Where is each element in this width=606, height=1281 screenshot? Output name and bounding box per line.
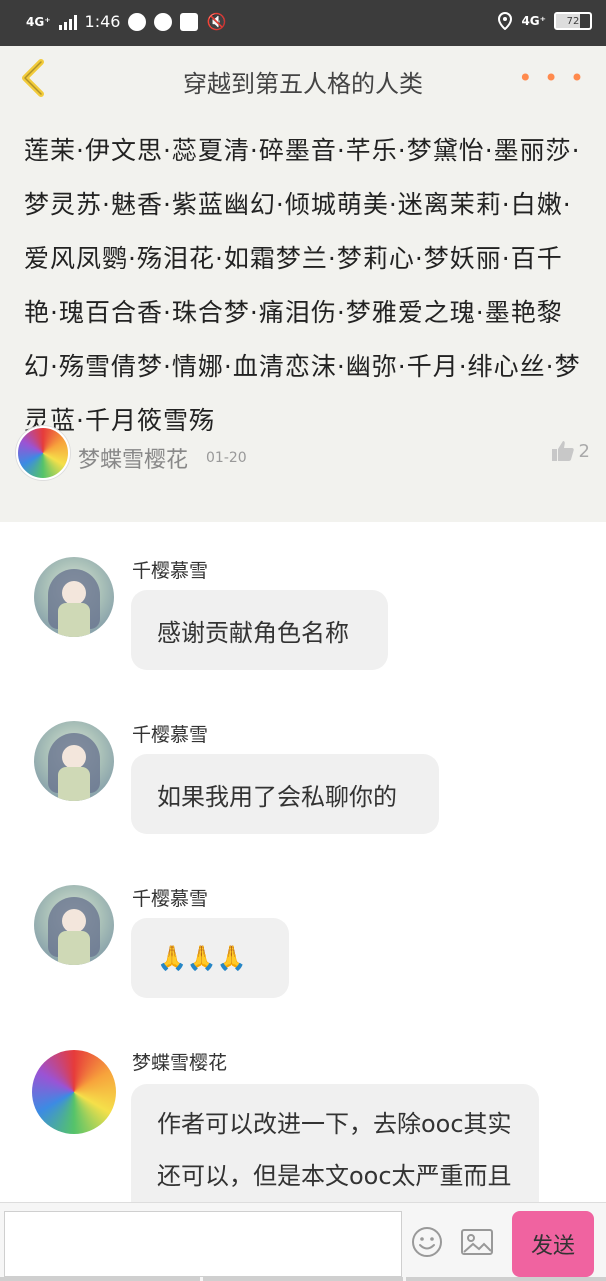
emoji-button[interactable]	[410, 1225, 444, 1259]
post-author[interactable]: 梦蝶雪樱花	[78, 442, 188, 474]
location-icon	[498, 12, 513, 30]
like-count: 2	[578, 440, 590, 462]
comment-bubble: 感谢贡献角色名称	[131, 590, 388, 670]
status-time: 1:46	[84, 12, 121, 31]
post-meta: 梦蝶雪樱花 01-20 2	[16, 426, 590, 486]
mail-notification-icon	[180, 12, 199, 31]
send-button[interactable]: 发送	[512, 1211, 594, 1277]
more-dots-icon[interactable]: • • •	[518, 66, 586, 90]
battery-icon: 72	[554, 12, 592, 30]
status-right: 4G⁺ 72	[497, 12, 592, 30]
status-left: 4G⁺ 1:46 🔇	[26, 12, 226, 31]
post-date: 01-20	[206, 450, 247, 466]
smiley-icon	[412, 1227, 442, 1257]
comment-list: 千樱慕雪 感谢贡献角色名称 千樱慕雪 如果我用了会私聊你的 千樱慕雪 🙏🙏🙏 梦…	[0, 522, 606, 1242]
image-button[interactable]	[460, 1225, 494, 1259]
status-bar: 4G⁺ 1:46 🔇 4G⁺ 72	[0, 0, 606, 46]
chevron-left-icon	[22, 59, 44, 97]
commenter-avatar[interactable]	[34, 557, 114, 637]
author-avatar[interactable]	[16, 426, 70, 480]
thumbs-up-icon	[551, 441, 574, 461]
commenter-avatar[interactable]	[34, 721, 114, 801]
reply-input[interactable]	[4, 1211, 402, 1277]
reply-bar: 发送	[0, 1202, 606, 1281]
like-button[interactable]: 2	[551, 440, 590, 462]
message-notification-icon	[128, 12, 147, 31]
commenter-avatar[interactable]	[34, 885, 114, 965]
mute-icon: 🔇	[206, 12, 227, 31]
comment-bubble: 如果我用了会私聊你的	[131, 754, 439, 834]
post-body: 莲茉·伊文思·蕊夏清·碎墨音·芊乐·梦黛怡·墨丽莎·梦灵苏·魅香·紫蓝幽幻·倾城…	[24, 136, 581, 435]
commenter-name[interactable]: 千樱慕雪	[132, 720, 208, 747]
app-header: 穿越到第五人格的人类 • • •	[0, 46, 606, 113]
back-button[interactable]	[14, 58, 54, 98]
commenter-name[interactable]: 千樱慕雪	[132, 556, 208, 583]
cloud-notification-icon	[154, 12, 173, 31]
comment-bubble: 🙏🙏🙏	[131, 918, 289, 998]
signal-icon	[58, 14, 77, 30]
bottom-divider	[0, 1277, 606, 1281]
post-card: 莲茉·伊文思·蕊夏清·碎墨音·芊乐·梦黛怡·墨丽莎·梦灵苏·魅香·紫蓝幽幻·倾城…	[0, 112, 606, 522]
commenter-name[interactable]: 梦蝶雪樱花	[132, 1048, 227, 1075]
battery-level: 72	[566, 15, 580, 27]
network-indicator: 4G⁺	[26, 14, 51, 29]
page-title: 穿越到第五人格的人类	[183, 70, 423, 98]
commenter-avatar[interactable]	[32, 1050, 116, 1134]
network-indicator-right: 4G⁺	[521, 14, 546, 28]
image-icon	[461, 1229, 493, 1255]
commenter-name[interactable]: 千樱慕雪	[132, 884, 208, 911]
